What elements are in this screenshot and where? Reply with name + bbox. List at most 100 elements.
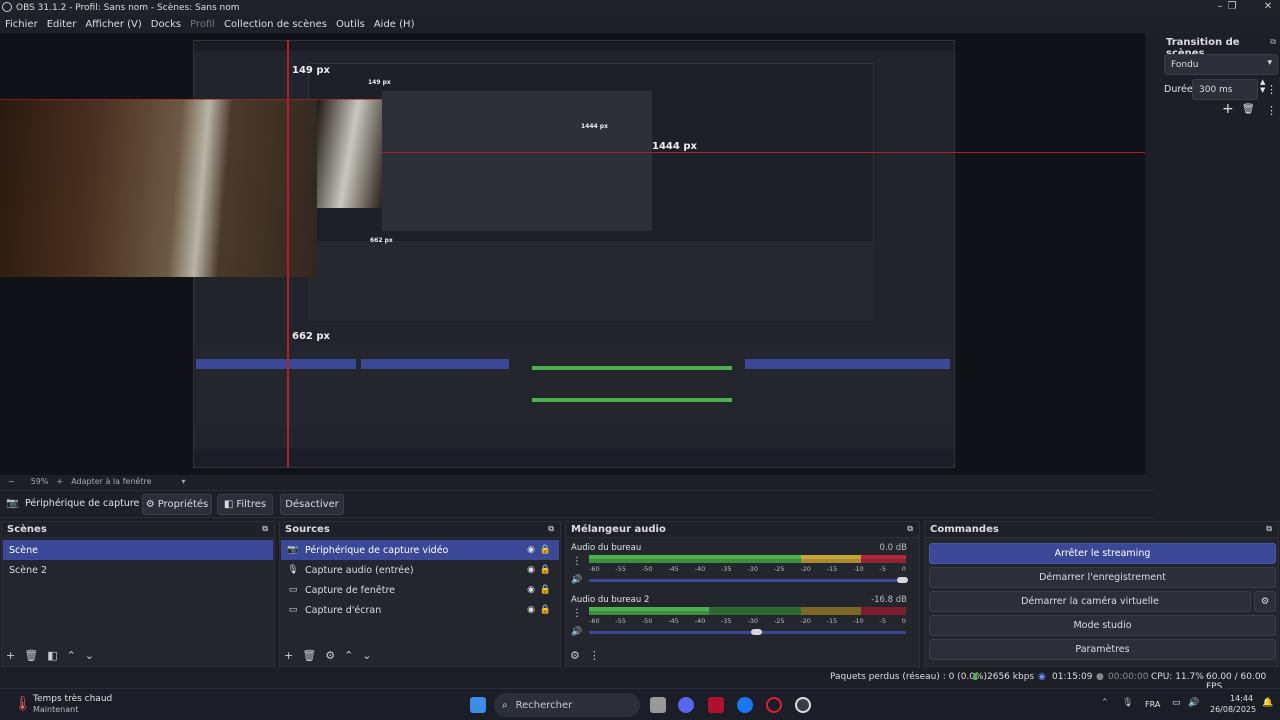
studio-mode-button[interactable]: Mode studio: [929, 615, 1276, 636]
preview-canvas[interactable]: 149 px 1444 px 662 px 149 px 1444 px 662…: [0, 33, 1145, 475]
kebab-menu-icon[interactable]: ⋮: [589, 649, 600, 662]
duration-input[interactable]: 300 ms: [1192, 79, 1258, 100]
scene-item[interactable]: Scène: [3, 540, 273, 560]
app-red-icon[interactable]: [708, 697, 724, 713]
virtual-camera-settings-button[interactable]: ⚙: [1254, 591, 1276, 612]
weather-title[interactable]: Temps très chaud: [33, 694, 112, 704]
menu-aide[interactable]: Aide (H): [374, 19, 415, 30]
discord-icon[interactable]: [678, 697, 694, 713]
source-item[interactable]: 🎙 Capture audio (entrée) ◉ 🔒: [281, 560, 559, 580]
transition-type-select[interactable]: Fondu ▾: [1164, 54, 1278, 75]
stop-streaming-button[interactable]: Arrêter le streaming: [929, 543, 1276, 564]
move-up-icon[interactable]: ⌃: [344, 649, 353, 662]
dock-pin-icon[interactable]: ⧉: [907, 524, 913, 534]
weather-icon[interactable]: 🌡: [14, 696, 32, 712]
chevron-up-icon[interactable]: ⌃: [1101, 698, 1109, 708]
trash-icon[interactable]: 🗑: [24, 649, 38, 662]
slider-knob[interactable]: [751, 629, 762, 635]
lock-icon[interactable]: 🔒: [540, 545, 551, 555]
move-up-icon[interactable]: ⌃: [67, 649, 76, 662]
zoom-in-button[interactable]: +: [56, 477, 63, 486]
obs-taskbar-icon[interactable]: [795, 697, 811, 713]
chevron-down-icon[interactable]: ▾: [181, 477, 185, 486]
microphone-icon[interactable]: 🎙: [1122, 698, 1133, 708]
move-down-icon[interactable]: ⌄: [85, 649, 94, 662]
eye-icon[interactable]: ◉: [527, 565, 535, 575]
filters-button[interactable]: ◧ Filtres: [217, 494, 273, 515]
start-virtual-camera-button[interactable]: Démarrer la caméra virtuelle: [929, 591, 1251, 612]
transition-type-value: Fondu: [1171, 59, 1199, 70]
settings-button[interactable]: Paramètres: [929, 639, 1276, 660]
lock-icon[interactable]: 🔒: [540, 605, 551, 615]
dimension-right-label: 1444 px: [652, 141, 697, 152]
language-indicator[interactable]: FRA: [1145, 700, 1160, 709]
mixer-settings-icon[interactable]: ⚙: [570, 649, 580, 662]
taskbar-search[interactable]: ⌕ Rechercher: [494, 693, 640, 717]
lock-icon[interactable]: 🔒: [540, 585, 551, 595]
volume-slider[interactable]: [589, 577, 908, 583]
volume-slider[interactable]: [589, 629, 906, 635]
source-label: Capture de fenêtre: [305, 584, 396, 596]
windows-start-icon[interactable]: [470, 697, 486, 713]
menu-afficher[interactable]: Afficher (V): [85, 19, 141, 30]
volume-icon[interactable]: 🔊: [1188, 698, 1199, 708]
trash-icon[interactable]: 🗑: [302, 649, 316, 662]
facebook-icon[interactable]: [737, 697, 753, 713]
clock-time[interactable]: 14:44: [1230, 694, 1253, 703]
dock-pin-icon[interactable]: ⧉: [1270, 37, 1276, 47]
scene-item[interactable]: Scène 2: [3, 560, 273, 580]
start-recording-button[interactable]: Démarrer l'enregistrement: [929, 567, 1276, 588]
transition-menu-icon[interactable]: ⋮: [1266, 104, 1277, 117]
source-item[interactable]: 📷 Périphérique de capture vidéo ◉ 🔒: [281, 540, 559, 560]
eye-icon[interactable]: ◉: [527, 585, 535, 595]
properties-button[interactable]: ⚙ Propriétés: [142, 494, 212, 515]
duration-spin-icon[interactable]: ▲ ▼: [1260, 78, 1265, 94]
menu-editer[interactable]: Editer: [47, 19, 77, 30]
deactivate-button[interactable]: Désactiver: [280, 494, 344, 515]
speaker-icon[interactable]: 🔊: [571, 627, 582, 637]
network-icon[interactable]: ▭: [1172, 698, 1181, 708]
opera-icon[interactable]: [766, 697, 782, 713]
move-down-icon[interactable]: ⌄: [362, 649, 371, 662]
menu-docks[interactable]: Docks: [151, 19, 181, 30]
filter-icon[interactable]: ◧: [47, 649, 57, 662]
remove-transition-icon[interactable]: 🗑: [1242, 104, 1255, 115]
kebab-menu-icon[interactable]: ⋮: [1266, 83, 1277, 96]
kebab-menu-icon[interactable]: ⋮: [572, 556, 582, 567]
lock-icon[interactable]: 🔒: [540, 565, 551, 575]
restore-icon[interactable]: ❐: [1220, 0, 1244, 15]
source-bbox-top: [0, 99, 382, 100]
kebab-menu-icon[interactable]: ⋮: [572, 608, 582, 619]
task-view-icon[interactable]: [650, 697, 666, 713]
selected-source-name: Périphérique de capture vic: [25, 498, 156, 509]
menu-fichier[interactable]: Fichier: [5, 19, 38, 30]
dock-pin-icon[interactable]: ⧉: [262, 524, 268, 534]
menu-collection[interactable]: Collection de scènes: [224, 19, 327, 30]
gear-icon[interactable]: ⚙: [325, 649, 335, 662]
eye-icon[interactable]: ◉: [527, 545, 535, 555]
menu-profil[interactable]: Profil: [190, 19, 215, 30]
webcam-source[interactable]: [0, 99, 317, 277]
eye-icon[interactable]: ◉: [527, 605, 535, 615]
close-icon[interactable]: ✕: [1256, 0, 1280, 15]
speaker-icon[interactable]: 🔊: [571, 575, 582, 585]
dock-pin-icon[interactable]: ⧉: [1266, 524, 1272, 534]
source-item[interactable]: ▭ Capture d'écran ◉ 🔒: [281, 600, 559, 620]
clock-date[interactable]: 26/08/2025: [1210, 705, 1256, 714]
scene-label: Scène 2: [9, 564, 48, 576]
add-icon[interactable]: +: [6, 649, 15, 662]
zoom-fit-select[interactable]: Adapter à la fenêtre: [71, 477, 151, 486]
monitor-icon: ▭: [288, 605, 298, 615]
menu-outils[interactable]: Outils: [336, 19, 365, 30]
source-label: Capture audio (entrée): [305, 564, 414, 576]
slider-knob[interactable]: [896, 577, 908, 583]
scale-tick: -25: [773, 617, 785, 625]
zoom-out-button[interactable]: −: [8, 477, 15, 486]
source-item[interactable]: ▭ Capture de fenêtre ◉ 🔒: [281, 580, 559, 600]
mixer-title: Mélangeur audio: [571, 524, 666, 535]
cpu-usage: CPU: 11.7%: [1151, 672, 1204, 682]
add-icon[interactable]: +: [284, 649, 293, 662]
add-transition-icon[interactable]: +: [1222, 101, 1234, 117]
dock-pin-icon[interactable]: ⧉: [548, 524, 554, 534]
notification-icon[interactable]: 🔔: [1262, 698, 1273, 708]
